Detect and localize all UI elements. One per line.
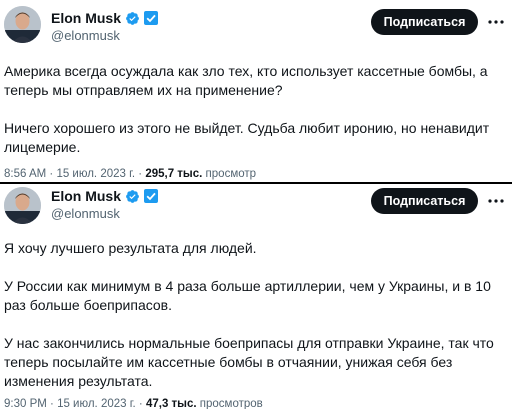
meta-separator: · [46, 398, 58, 409]
tweet-meta: 8:56 AM · 15 июл. 2023 г. · 295,7 тыс. п… [4, 168, 256, 180]
views-label: просмотр [202, 168, 257, 180]
tweet: Elon Musk @elonmusk Подписаться Америка … [0, 0, 512, 182]
views-count: 47,3 тыс. [145, 398, 197, 409]
tweet-paragraph: Я хочу лучшего результата для людей. [4, 240, 257, 256]
meta-separator: · [135, 168, 146, 180]
more-icon[interactable] [484, 10, 508, 34]
subscribe-button[interactable]: Подписаться [371, 9, 478, 35]
author-handle[interactable]: @elonmusk [51, 206, 120, 221]
meta-separator: · [46, 168, 57, 180]
tweet-text: Америка всегда осуждала как зло тех, кто… [4, 62, 508, 157]
tweet-paragraph: Ничего хорошего из этого не выйдет. Судь… [4, 120, 490, 155]
tweet-date[interactable]: 15 июл. 2023 г. [57, 398, 136, 409]
tweet: Elon Musk @elonmusk Подписаться Я хочу л… [0, 184, 512, 409]
square-badge-icon [144, 189, 159, 203]
author-handle[interactable]: @elonmusk [51, 28, 120, 43]
avatar[interactable] [4, 187, 41, 224]
author-name[interactable]: Elon Musk [51, 188, 121, 204]
tweet-date[interactable]: 15 июл. 2023 г. [56, 168, 135, 180]
tweet-meta: 9:30 PM · 15 июл. 2023 г. · 47,3 тыс. пр… [4, 398, 263, 409]
tweet-time[interactable]: 8:56 AM [4, 168, 46, 180]
author-name[interactable]: Elon Musk [51, 10, 121, 26]
tweet-time[interactable]: 9:30 PM [4, 398, 47, 409]
tweet-text: Я хочу лучшего результата для людей. У Р… [4, 239, 508, 391]
verified-badge-icon [126, 11, 139, 25]
tweet-paragraph: У нас закончились нормальные боеприпасы … [4, 335, 494, 389]
subscribe-button[interactable]: Подписаться [371, 188, 478, 214]
tweet-paragraph: Америка всегда осуждала как зло тех, кто… [4, 63, 488, 98]
square-badge-icon [144, 11, 159, 25]
verified-badge-icon [126, 189, 139, 203]
tweet-paragraph: У России как минимум в 4 раза больше арт… [4, 278, 491, 313]
views-count: 295,7 тыс. [145, 168, 203, 180]
more-icon[interactable] [484, 189, 508, 213]
meta-separator: · [135, 398, 146, 409]
views-label: просмотров [196, 398, 263, 409]
avatar[interactable] [4, 6, 41, 43]
